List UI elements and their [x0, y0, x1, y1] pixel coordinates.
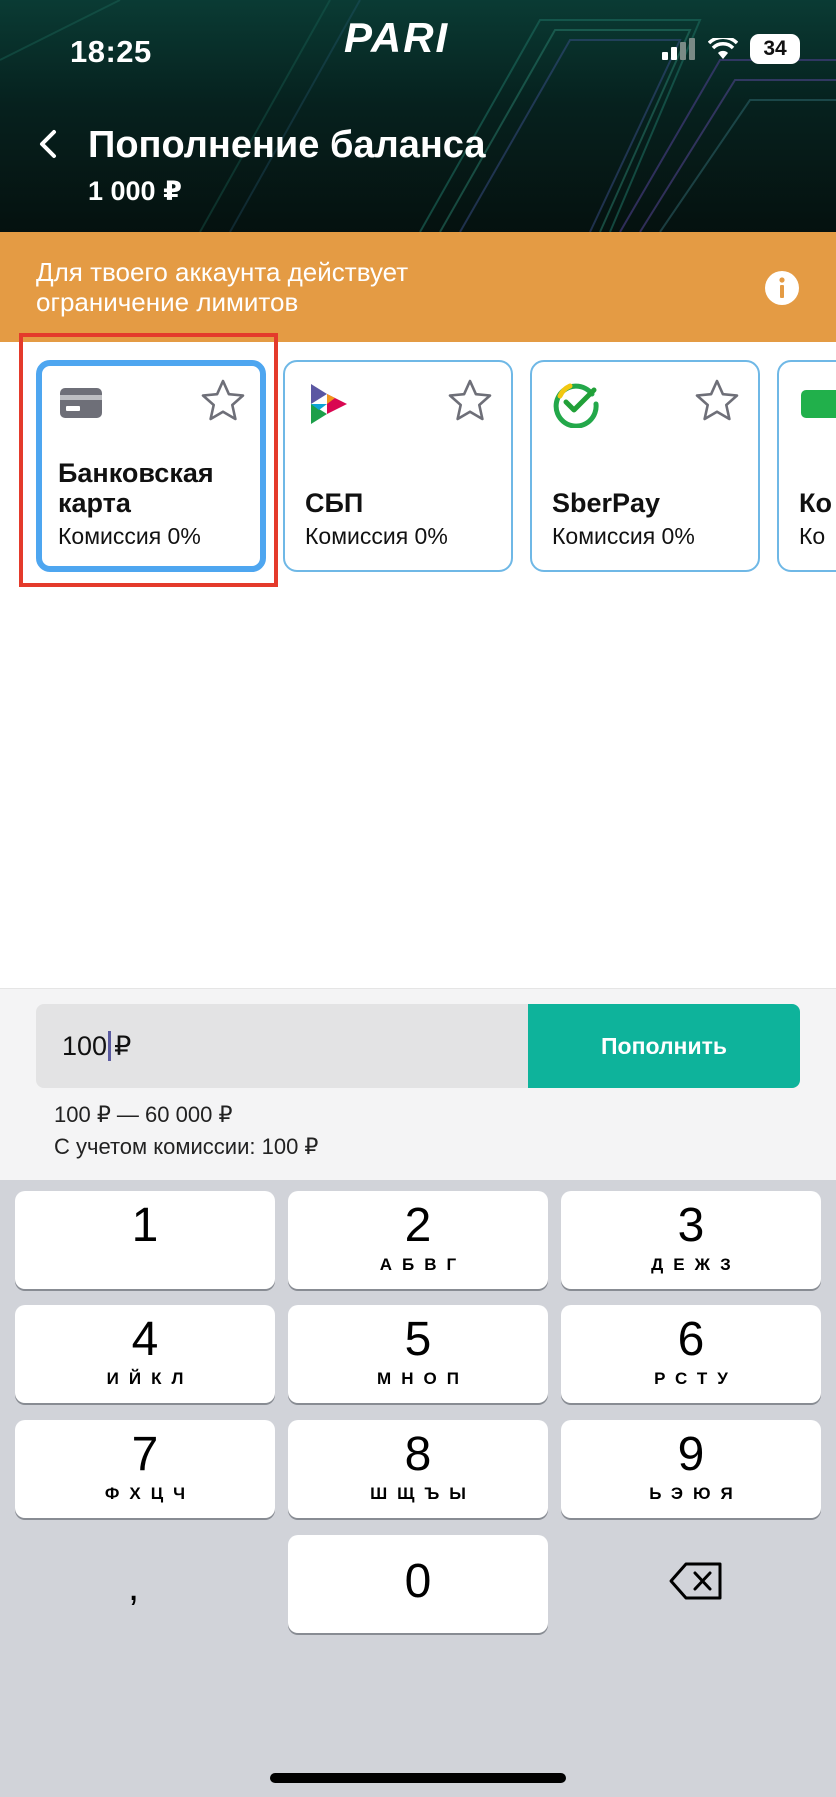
backspace-icon[interactable]: [668, 1560, 724, 1602]
key-4[interactable]: 4 ИЙКЛ: [15, 1305, 275, 1403]
method-fee: Комиссия 0%: [58, 523, 201, 549]
top-up-button[interactable]: Пополнить: [528, 1004, 800, 1088]
back-arrow-icon[interactable]: [34, 126, 64, 162]
key-digit: 7: [131, 1428, 159, 1481]
cupis-logo-icon: [801, 390, 836, 418]
method-fee: Комиссия 0%: [552, 523, 695, 549]
method-card-sberpay[interactable]: SberPay Комиссия 0%: [530, 360, 760, 572]
info-icon[interactable]: [764, 270, 800, 306]
key-digit: 8: [404, 1428, 432, 1481]
commission-text: С учетом комиссии: 100 ₽: [54, 1134, 319, 1159]
key-digit: 5: [404, 1313, 432, 1366]
brand-logo: PARI: [344, 14, 450, 61]
key-8[interactable]: 8 ШЩЪЫ: [288, 1420, 548, 1518]
key-letters: ИЙКЛ: [106, 1369, 194, 1388]
key-5[interactable]: 5 МНОП: [288, 1305, 548, 1403]
key-digit: 9: [677, 1428, 705, 1481]
key-3[interactable]: 3 ДЕЖЗ: [561, 1191, 821, 1289]
bank-card-icon: [60, 388, 102, 418]
key-letters: ФХЦЧ: [104, 1484, 196, 1503]
key-6[interactable]: 6 РСТУ: [561, 1305, 821, 1403]
key-letters: АБВГ: [379, 1255, 467, 1274]
payment-methods-list: Банковская карта Комиссия 0% СБП Комисси…: [0, 342, 836, 602]
key-letters: МНОП: [377, 1369, 469, 1388]
balance-amount: 1 000 ₽: [88, 176, 182, 206]
method-card-cupis[interactable]: Ко ЦУ Ко: [777, 360, 836, 572]
status-time: 18:25: [70, 34, 152, 69]
method-fee: Комиссия 0%: [305, 523, 448, 549]
key-digit: 3: [677, 1199, 705, 1252]
amount-range-text: 100 ₽ — 60 000 ₽: [54, 1102, 233, 1127]
key-letters: РСТУ: [654, 1369, 738, 1388]
key-7[interactable]: 7 ФХЦЧ: [15, 1420, 275, 1518]
method-card-bank-card[interactable]: Банковская карта Комиссия 0%: [36, 360, 266, 572]
battery-indicator: 34: [750, 34, 800, 64]
sbp-logo-icon: [311, 384, 347, 424]
favorite-star-icon[interactable]: [200, 378, 246, 424]
app-header: 18:25 PARI 34 Пополнение баланса 1 000 ₽: [0, 0, 836, 232]
key-letters: ЬЭЮЯ: [649, 1484, 743, 1503]
amount-input[interactable]: 100 ₽: [36, 1004, 528, 1088]
text-caret: [108, 1031, 112, 1061]
key-digit: 4: [131, 1313, 159, 1366]
key-digit: 1: [131, 1199, 159, 1252]
amount-value: 100: [62, 1030, 108, 1061]
amount-currency: ₽: [114, 1030, 132, 1061]
signal-icon: [662, 38, 695, 60]
method-name: Банковская карта: [58, 458, 214, 518]
wifi-icon: [708, 38, 738, 59]
favorite-star-icon[interactable]: [694, 378, 740, 424]
page-title: Пополнение баланса: [88, 124, 486, 166]
key-9[interactable]: 9 ЬЭЮЯ: [561, 1420, 821, 1518]
limits-banner: Для твоего аккаунта действует ограничени…: [0, 232, 836, 342]
method-card-sbp[interactable]: СБП Комиссия 0%: [283, 360, 513, 572]
method-name: SberPay: [552, 488, 661, 518]
home-indicator: [270, 1773, 566, 1783]
banner-text: Для твоего аккаунта действует ограничени…: [36, 257, 409, 317]
key-letters: ДЕЖЗ: [651, 1255, 741, 1274]
key-letters: ШЩЪЫ: [370, 1484, 476, 1503]
key-digit: 6: [677, 1313, 705, 1366]
key-digit: 2: [404, 1199, 432, 1252]
key-comma[interactable]: ,: [128, 1565, 139, 1610]
method-fee: Ко: [799, 523, 826, 549]
status-icons: 34: [662, 34, 800, 64]
key-digit: 0: [404, 1555, 432, 1608]
method-name: СБП: [305, 488, 364, 518]
key-2[interactable]: 2 АБВГ: [288, 1191, 548, 1289]
key-1[interactable]: 1: [15, 1191, 275, 1289]
key-0[interactable]: 0: [288, 1535, 548, 1633]
method-name: Ко ЦУ: [799, 488, 836, 518]
sberpay-logo-icon: [553, 383, 599, 428]
favorite-star-icon[interactable]: [447, 378, 493, 424]
